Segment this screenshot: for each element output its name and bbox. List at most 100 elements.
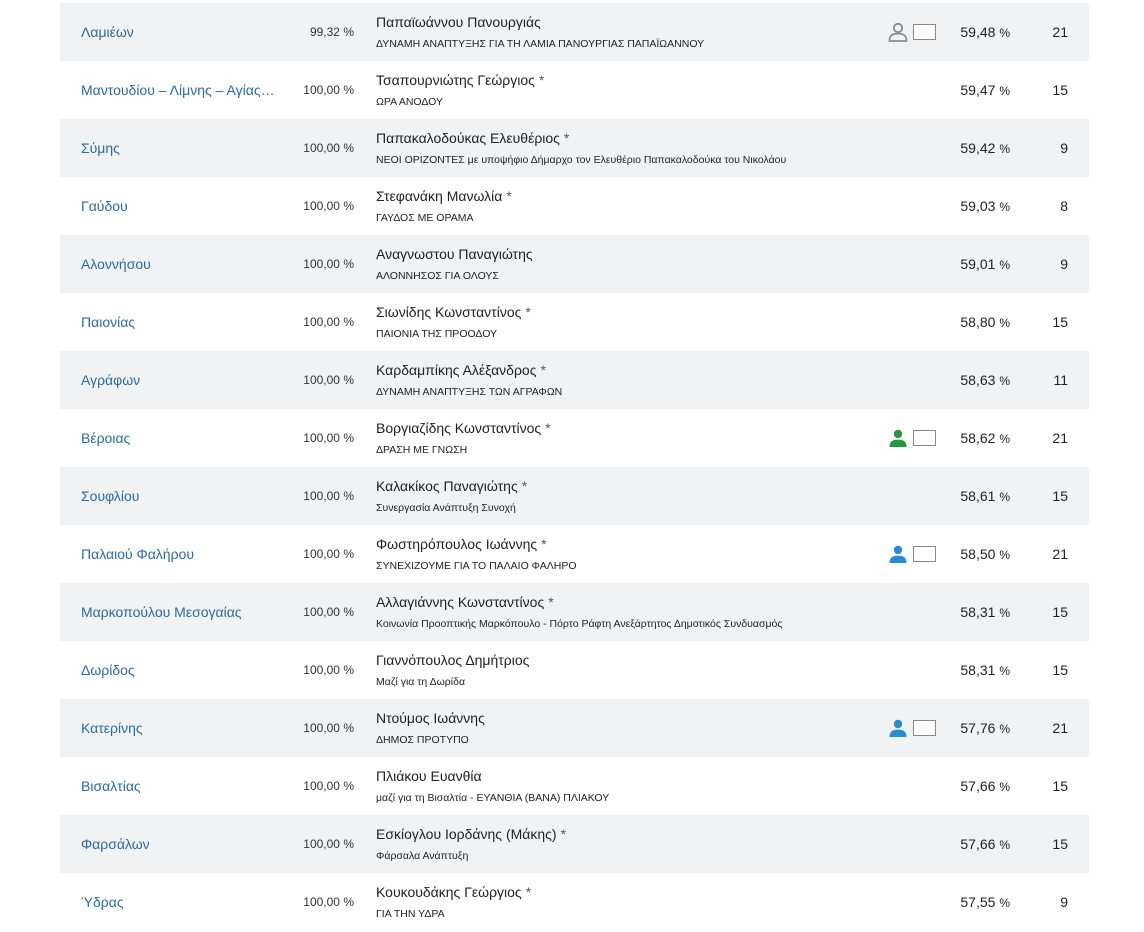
vote-percent: 59,48 % xyxy=(960,24,1010,40)
party-name: ΑΛΟΝΝΗΣΟΣ ΓΙΑ ΟΛΟΥΣ xyxy=(376,270,499,282)
person-icon xyxy=(889,429,907,447)
counted-percent: 99,32 % xyxy=(309,25,354,39)
seats-count: 8 xyxy=(1060,198,1068,214)
counted-percent: 100,00 % xyxy=(303,837,354,851)
vote-percent: 57,55 % xyxy=(960,894,1010,910)
select-checkbox[interactable] xyxy=(913,546,936,562)
candidate-name: Καλακίκος Παναγιώτης * xyxy=(376,478,528,494)
counted-percent: 100,00 % xyxy=(303,315,354,329)
incumbent-marker: * xyxy=(525,304,531,320)
candidate-name: Πλιάκου Ευανθία xyxy=(376,768,482,784)
candidate-name: Βοργιαζίδης Κωνσταντίνος * xyxy=(376,420,551,436)
municipality-link[interactable]: Αλοννήσου xyxy=(81,235,276,293)
incumbent-marker: * xyxy=(545,420,551,436)
candidate-name: Γιαννόπουλος Δημήτριος xyxy=(376,652,530,668)
person-icon xyxy=(889,719,907,737)
table-row: Βισαλτίας 100,00 % Πλιάκου Ευανθία μαζί … xyxy=(60,757,1089,815)
seats-count: 15 xyxy=(1052,488,1068,504)
select-checkbox[interactable] xyxy=(913,24,936,40)
municipality-link[interactable]: Λαμιέων xyxy=(81,3,276,61)
vote-percent: 58,63 % xyxy=(960,372,1010,388)
candidate-name: Καρδαμπίκης Αλέξανδρος * xyxy=(376,362,546,378)
vote-percent: 58,80 % xyxy=(960,314,1010,330)
seats-count: 15 xyxy=(1052,778,1068,794)
municipality-link[interactable]: Μαντουδίου – Λίμνης – Αγίας Άννας xyxy=(81,61,276,119)
seats-count: 21 xyxy=(1052,24,1068,40)
municipality-link[interactable]: Αγράφων xyxy=(81,351,276,409)
party-name: ΔΡΑΣΗ ΜΕ ΓΝΩΣΗ xyxy=(376,444,468,456)
party-name: ΝΕΟΙ ΟΡΙΖΟΝΤΕΣ με υποψήφιο Δήμαρχο τον Ε… xyxy=(376,154,787,166)
municipality-link[interactable]: Κατερίνης xyxy=(81,699,276,757)
vote-percent: 59,47 % xyxy=(960,82,1010,98)
vote-percent: 58,31 % xyxy=(960,604,1010,620)
person-icon xyxy=(889,545,907,563)
vote-percent: 58,50 % xyxy=(960,546,1010,562)
counted-percent: 100,00 % xyxy=(303,199,354,213)
counted-percent: 100,00 % xyxy=(303,605,354,619)
municipality-link[interactable]: Σουφλίου xyxy=(81,467,276,525)
party-name: μαζί για τη Βισαλτία - ΕΥΑΝΘΙΑ (ΒΑΝΑ) ΠΛ… xyxy=(376,792,610,804)
seats-count: 15 xyxy=(1052,836,1068,852)
vote-percent: 59,42 % xyxy=(960,140,1010,156)
candidate-name: Αλλαγιάννης Κωνσταντίνος * xyxy=(376,594,554,610)
vote-percent: 57,66 % xyxy=(960,836,1010,852)
incumbent-marker: * xyxy=(506,188,512,204)
table-row: Φαρσάλων 100,00 % Εσκίογλου Ιορδάνης (Μά… xyxy=(60,815,1089,873)
party-name: ΓΑΥΔΟΣ ΜΕ ΟΡΑΜΑ xyxy=(376,212,474,224)
party-name: ΓΙΑ ΤΗΝ ΥΔΡΑ xyxy=(376,908,445,920)
select-checkbox[interactable] xyxy=(913,430,936,446)
seats-count: 21 xyxy=(1052,430,1068,446)
candidate-name: Κουκουδάκης Γεώργιος * xyxy=(376,884,532,900)
candidate-name: Παπακαλοδούκας Ελευθέριος * xyxy=(376,130,570,146)
party-name: ΣΥΝΕΧΙΖΟΥΜΕ ΓΙΑ ΤΟ ΠΑΛΑΙΟ ΦΑΛΗΡΟ xyxy=(376,560,577,572)
counted-percent: 100,00 % xyxy=(303,663,354,677)
counted-percent: 100,00 % xyxy=(303,489,354,503)
table-row: Δωρίδος 100,00 % Γιαννόπουλος Δημήτριος … xyxy=(60,641,1089,699)
incumbent-marker: * xyxy=(525,884,532,900)
municipality-link[interactable]: Σύμης xyxy=(81,119,276,177)
table-row: Μαντουδίου – Λίμνης – Αγίας Άννας 100,00… xyxy=(60,61,1089,119)
party-name: ΩΡΑ ΑΝΟΔΟΥ xyxy=(376,96,443,108)
municipality-link[interactable]: Φαρσάλων xyxy=(81,815,276,873)
counted-percent: 100,00 % xyxy=(303,257,354,271)
municipality-link[interactable]: Δωρίδος xyxy=(81,641,276,699)
municipality-link[interactable]: Παλαιού Φαλήρου xyxy=(81,525,276,583)
table-row: Λαμιέων 99,32 % Παπαϊωάννου Πανουργιάς Δ… xyxy=(60,3,1089,61)
candidate-name: Εσκίογλου Ιορδάνης (Μάκης) * xyxy=(376,826,567,842)
table-row: Βέροιας 100,00 % Βοργιαζίδης Κωνσταντίνο… xyxy=(60,409,1089,467)
vote-percent: 57,76 % xyxy=(960,720,1010,736)
party-name: ΔΥΝΑΜΗ ΑΝΑΠΤΥΞΗΣ ΤΩΝ ΑΓΡΑΦΩΝ xyxy=(376,386,563,398)
party-name: ΔΗΜΟΣ ΠΡΟΤΥΠΟ xyxy=(376,734,469,746)
table-row: Αγράφων 100,00 % Καρδαμπίκης Αλέξανδρος *… xyxy=(60,351,1089,409)
seats-count: 15 xyxy=(1052,604,1068,620)
municipality-link[interactable]: Παιονίας xyxy=(81,293,276,351)
vote-percent: 58,61 % xyxy=(960,488,1010,504)
person-outline-icon xyxy=(888,22,908,42)
municipality-link[interactable]: Μαρκοπούλου Μεσογαίας xyxy=(81,583,276,641)
table-row: Κατερίνης 100,00 % Ντούμος Ιωάννης ΔΗΜΟΣ… xyxy=(60,699,1089,757)
candidate-name: Σιωνίδης Κωνσταντίνος * xyxy=(376,304,531,320)
municipality-link[interactable]: Βέροιας xyxy=(81,409,276,467)
select-checkbox[interactable] xyxy=(913,720,936,736)
party-name: ΠΑΙΟΝΙΑ ΤΗΣ ΠΡΟΟΔΟΥ xyxy=(376,328,498,340)
counted-percent: 100,00 % xyxy=(303,779,354,793)
candidate-name: Παπαϊωάννου Πανουργιάς xyxy=(376,14,541,30)
municipality-link[interactable]: Ύδρας xyxy=(81,873,276,931)
municipality-link[interactable]: Γαύδου xyxy=(81,177,276,235)
candidate-name: Ντούμος Ιωάννης xyxy=(376,710,485,726)
party-name: ΔΥΝΑΜΗ ΑΝΑΠΤΥΞΗΣ ΓΙΑ ΤΗ ΛΑΜΙΑ ΠΑΝΟΥΡΓΙΑΣ… xyxy=(376,38,705,50)
results-table: Λαμιέων 99,32 % Παπαϊωάννου Πανουργιάς Δ… xyxy=(60,3,1089,931)
table-row: Αλοννήσου 100,00 % Αναγνωστου Παναγιώτης… xyxy=(60,235,1089,293)
party-name: Κοινωνία Προοπτικής Μαρκόπουλο - Πόρτο Ρ… xyxy=(376,618,783,630)
municipality-link[interactable]: Βισαλτίας xyxy=(81,757,276,815)
party-name: Φάρσαλα Ανάπτυξη xyxy=(376,850,469,862)
seats-count: 21 xyxy=(1052,720,1068,736)
table-row: Παιονίας 100,00 % Σιωνίδης Κωνσταντίνος *… xyxy=(60,293,1089,351)
incumbent-marker: * xyxy=(538,72,545,88)
candidate-name: Τσαπουρνιώτης Γεώργιος * xyxy=(376,72,545,88)
table-row: Σουφλίου 100,00 % Καλακίκος Παναγιώτης * … xyxy=(60,467,1089,525)
candidate-name: Αναγνωστου Παναγιώτης xyxy=(376,246,533,262)
vote-percent: 59,03 % xyxy=(960,198,1010,214)
table-row: Μαρκοπούλου Μεσογαίας 100,00 % Αλλαγιάνν… xyxy=(60,583,1089,641)
candidate-name: Φωστηρόπουλος Ιωάννης * xyxy=(376,536,547,552)
